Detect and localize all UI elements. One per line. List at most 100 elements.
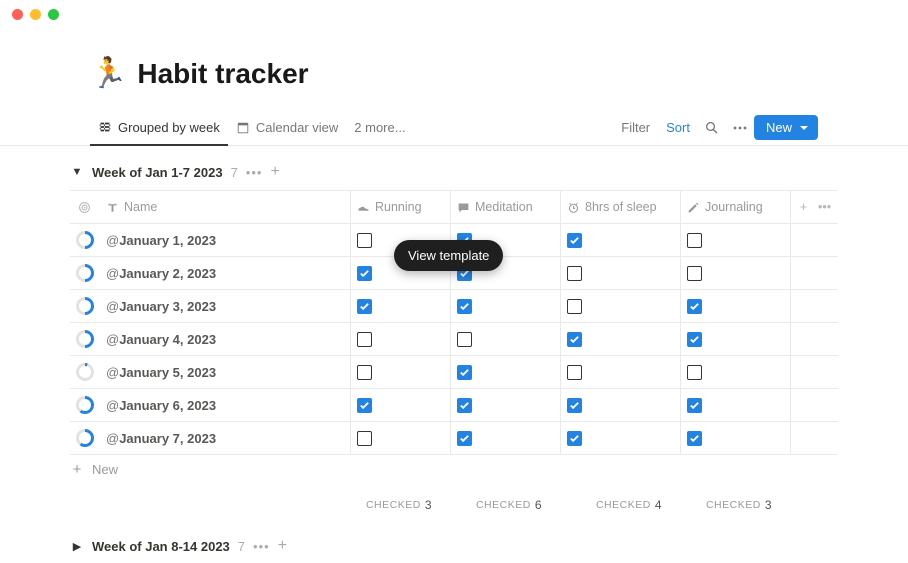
sleep-cell[interactable] bbox=[560, 224, 680, 256]
journaling-cell[interactable] bbox=[680, 290, 790, 322]
journaling-cell[interactable] bbox=[680, 323, 790, 355]
maximize-window-icon[interactable] bbox=[48, 9, 59, 20]
checkbox[interactable] bbox=[687, 299, 702, 314]
checkbox[interactable] bbox=[457, 365, 472, 380]
page-icon[interactable]: 🏃 bbox=[90, 59, 127, 89]
checkbox[interactable] bbox=[357, 365, 372, 380]
running-column-header[interactable]: Running bbox=[350, 191, 450, 223]
checkbox[interactable] bbox=[357, 431, 372, 446]
journaling-checked-count[interactable]: CHECKED 3 bbox=[680, 498, 790, 512]
running-cell[interactable] bbox=[350, 224, 450, 256]
checkbox[interactable] bbox=[567, 266, 582, 281]
row-name[interactable]: @January 2, 2023 bbox=[100, 257, 350, 289]
add-row-button[interactable]: + New bbox=[70, 455, 838, 484]
checkbox[interactable] bbox=[457, 266, 472, 281]
checkbox[interactable] bbox=[567, 299, 582, 314]
running-cell[interactable] bbox=[350, 422, 450, 454]
checkbox[interactable] bbox=[687, 266, 702, 281]
checkbox[interactable] bbox=[567, 398, 582, 413]
checkbox[interactable] bbox=[687, 332, 702, 347]
checkbox[interactable] bbox=[567, 332, 582, 347]
table-row[interactable]: @January 5, 2023 bbox=[70, 356, 838, 389]
more-options-button[interactable] bbox=[726, 116, 754, 140]
running-cell[interactable] bbox=[350, 389, 450, 421]
running-cell[interactable] bbox=[350, 323, 450, 355]
filter-button[interactable]: Filter bbox=[613, 120, 658, 135]
checkbox[interactable] bbox=[567, 431, 582, 446]
running-cell[interactable] bbox=[350, 257, 450, 289]
checkbox[interactable] bbox=[457, 233, 472, 248]
meditation-cell[interactable] bbox=[450, 257, 560, 289]
meditation-cell[interactable] bbox=[450, 224, 560, 256]
sleep-cell[interactable] bbox=[560, 422, 680, 454]
group-more-icon[interactable]: ••• bbox=[253, 539, 270, 554]
checkbox[interactable] bbox=[567, 365, 582, 380]
checkbox[interactable] bbox=[567, 233, 582, 248]
sleep-checked-count[interactable]: CHECKED 4 bbox=[560, 498, 680, 512]
journaling-column-header[interactable]: Journaling bbox=[680, 191, 790, 223]
close-window-icon[interactable] bbox=[12, 9, 23, 20]
meditation-column-header[interactable]: Meditation bbox=[450, 191, 560, 223]
tab-grouped-by-week[interactable]: Grouped by week bbox=[90, 110, 228, 146]
row-name[interactable]: @January 3, 2023 bbox=[100, 290, 350, 322]
table-row[interactable]: @January 1, 2023 bbox=[70, 224, 838, 257]
running-checked-count[interactable]: CHECKED 3 bbox=[350, 498, 450, 512]
group-more-icon[interactable]: ••• bbox=[246, 165, 263, 180]
checkbox[interactable] bbox=[457, 398, 472, 413]
row-name[interactable]: @January 5, 2023 bbox=[100, 356, 350, 388]
meditation-cell[interactable] bbox=[450, 389, 560, 421]
name-column-header[interactable]: Name bbox=[100, 191, 350, 223]
meditation-checked-count[interactable]: CHECKED 6 bbox=[450, 498, 560, 512]
journaling-cell[interactable] bbox=[680, 422, 790, 454]
checkbox[interactable] bbox=[457, 299, 472, 314]
sleep-cell[interactable] bbox=[560, 323, 680, 355]
table-row[interactable]: @January 3, 2023 bbox=[70, 290, 838, 323]
page-title[interactable]: Habit tracker bbox=[137, 58, 308, 90]
sort-button[interactable]: Sort bbox=[658, 120, 698, 135]
tab-more-views[interactable]: 2 more... bbox=[346, 110, 413, 146]
meditation-cell[interactable] bbox=[450, 422, 560, 454]
checkbox[interactable] bbox=[357, 233, 372, 248]
sleep-cell[interactable] bbox=[560, 290, 680, 322]
journaling-cell[interactable] bbox=[680, 224, 790, 256]
caret-down-icon[interactable]: ▼ bbox=[70, 166, 84, 178]
sleep-cell[interactable] bbox=[560, 257, 680, 289]
caret-right-icon[interactable]: ▶ bbox=[70, 540, 84, 553]
sleep-cell[interactable] bbox=[560, 356, 680, 388]
checkbox[interactable] bbox=[357, 398, 372, 413]
window-traffic-lights[interactable] bbox=[12, 9, 59, 20]
tab-calendar-view[interactable]: Calendar view bbox=[228, 110, 346, 146]
meditation-cell[interactable] bbox=[450, 323, 560, 355]
row-name[interactable]: @January 1, 2023 bbox=[100, 224, 350, 256]
checkbox[interactable] bbox=[687, 431, 702, 446]
checkbox[interactable] bbox=[687, 365, 702, 380]
sleep-column-header[interactable]: 8hrs of sleep bbox=[560, 191, 680, 223]
checkbox[interactable] bbox=[357, 299, 372, 314]
journaling-cell[interactable] bbox=[680, 389, 790, 421]
checkbox[interactable] bbox=[687, 233, 702, 248]
journaling-cell[interactable] bbox=[680, 257, 790, 289]
group-add-icon[interactable]: + bbox=[270, 164, 279, 180]
checkbox[interactable] bbox=[687, 398, 702, 413]
table-row[interactable]: @January 4, 2023 bbox=[70, 323, 838, 356]
more-columns-icon[interactable]: ••• bbox=[818, 200, 831, 214]
row-name[interactable]: @January 6, 2023 bbox=[100, 389, 350, 421]
sleep-cell[interactable] bbox=[560, 389, 680, 421]
table-row[interactable]: @January 6, 2023 bbox=[70, 389, 838, 422]
meditation-cell[interactable] bbox=[450, 356, 560, 388]
progress-column-header[interactable] bbox=[70, 191, 100, 223]
row-name[interactable]: @January 7, 2023 bbox=[100, 422, 350, 454]
search-button[interactable] bbox=[698, 116, 726, 140]
running-cell[interactable] bbox=[350, 356, 450, 388]
group-header-week1[interactable]: ▼ Week of Jan 1-7 2023 7 ••• + bbox=[70, 160, 838, 184]
checkbox[interactable] bbox=[457, 332, 472, 347]
journaling-cell[interactable] bbox=[680, 356, 790, 388]
running-cell[interactable] bbox=[350, 290, 450, 322]
checkbox[interactable] bbox=[357, 266, 372, 281]
table-row[interactable]: @January 2, 2023 bbox=[70, 257, 838, 290]
minimize-window-icon[interactable] bbox=[30, 9, 41, 20]
group-header-week2[interactable]: ▶ Week of Jan 8-14 2023 7 ••• + bbox=[70, 534, 838, 558]
meditation-cell[interactable] bbox=[450, 290, 560, 322]
row-name[interactable]: @January 4, 2023 bbox=[100, 323, 350, 355]
checkbox[interactable] bbox=[357, 332, 372, 347]
